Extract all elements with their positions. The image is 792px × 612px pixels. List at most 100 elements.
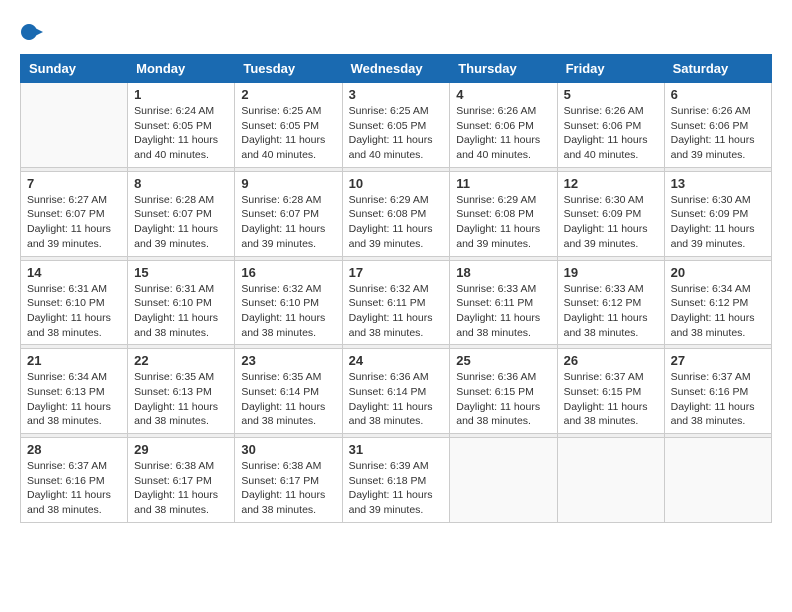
day-info: Sunrise: 6:28 AM Sunset: 6:07 PM Dayligh… <box>241 193 335 252</box>
calendar-week-row: 1 Sunrise: 6:24 AM Sunset: 6:05 PM Daylig… <box>21 83 772 168</box>
day-number: 1 <box>134 87 228 102</box>
day-number: 19 <box>564 265 658 280</box>
calendar-cell <box>21 83 128 168</box>
day-number: 11 <box>456 176 550 191</box>
day-info: Sunrise: 6:28 AM Sunset: 6:07 PM Dayligh… <box>134 193 228 252</box>
day-info: Sunrise: 6:32 AM Sunset: 6:11 PM Dayligh… <box>349 282 444 341</box>
day-number: 31 <box>349 442 444 457</box>
calendar-cell: 8 Sunrise: 6:28 AM Sunset: 6:07 PM Daylig… <box>128 171 235 256</box>
day-info: Sunrise: 6:36 AM Sunset: 6:15 PM Dayligh… <box>456 370 550 429</box>
calendar-cell: 6 Sunrise: 6:26 AM Sunset: 6:06 PM Daylig… <box>664 83 771 168</box>
day-info: Sunrise: 6:37 AM Sunset: 6:16 PM Dayligh… <box>27 459 121 518</box>
day-number: 28 <box>27 442 121 457</box>
calendar-cell: 12Sunrise: 6:30 AM Sunset: 6:09 PM Dayli… <box>557 171 664 256</box>
day-info: Sunrise: 6:27 AM Sunset: 6:07 PM Dayligh… <box>27 193 121 252</box>
calendar-cell: 20 Sunrise: 6:34 AM Sunset: 6:12 PM Dayli… <box>664 260 771 345</box>
day-number: 3 <box>349 87 444 102</box>
calendar-cell: 23 Sunrise: 6:35 AM Sunset: 6:14 PM Dayli… <box>235 349 342 434</box>
calendar: SundayMondayTuesdayWednesdayThursdayFrid… <box>20 54 772 523</box>
day-number: 7 <box>27 176 121 191</box>
calendar-cell: 17Sunrise: 6:32 AM Sunset: 6:11 PM Dayli… <box>342 260 450 345</box>
calendar-cell: 14 Sunrise: 6:31 AM Sunset: 6:10 PM Dayli… <box>21 260 128 345</box>
day-info: Sunrise: 6:35 AM Sunset: 6:14 PM Dayligh… <box>241 370 335 429</box>
logo-icon <box>20 20 44 44</box>
calendar-cell: 29 Sunrise: 6:38 AM Sunset: 6:17 PM Dayli… <box>128 438 235 523</box>
day-info: Sunrise: 6:32 AM Sunset: 6:10 PM Dayligh… <box>241 282 335 341</box>
day-number: 16 <box>241 265 335 280</box>
day-number: 9 <box>241 176 335 191</box>
calendar-cell: 10 Sunrise: 6:29 AM Sunset: 6:08 PM Dayli… <box>342 171 450 256</box>
day-number: 10 <box>349 176 444 191</box>
day-info: Sunrise: 6:38 AM Sunset: 6:17 PM Dayligh… <box>241 459 335 518</box>
calendar-cell: 30Sunrise: 6:38 AM Sunset: 6:17 PM Dayli… <box>235 438 342 523</box>
calendar-cell: 1 Sunrise: 6:24 AM Sunset: 6:05 PM Daylig… <box>128 83 235 168</box>
calendar-cell: 25 Sunrise: 6:36 AM Sunset: 6:15 PM Dayli… <box>450 349 557 434</box>
weekday-header: Saturday <box>664 55 771 83</box>
day-number: 22 <box>134 353 228 368</box>
page-header <box>20 20 772 44</box>
weekday-header: Tuesday <box>235 55 342 83</box>
calendar-cell: 28 Sunrise: 6:37 AM Sunset: 6:16 PM Dayli… <box>21 438 128 523</box>
weekday-header: Wednesday <box>342 55 450 83</box>
day-info: Sunrise: 6:34 AM Sunset: 6:12 PM Dayligh… <box>671 282 765 341</box>
day-number: 21 <box>27 353 121 368</box>
calendar-cell: 24 Sunrise: 6:36 AM Sunset: 6:14 PM Dayli… <box>342 349 450 434</box>
calendar-week-row: 21 Sunrise: 6:34 AM Sunset: 6:13 PM Dayli… <box>21 349 772 434</box>
day-number: 5 <box>564 87 658 102</box>
calendar-cell: 27 Sunrise: 6:37 AM Sunset: 6:16 PM Dayli… <box>664 349 771 434</box>
day-number: 18 <box>456 265 550 280</box>
day-info: Sunrise: 6:37 AM Sunset: 6:16 PM Dayligh… <box>671 370 765 429</box>
day-info: Sunrise: 6:26 AM Sunset: 6:06 PM Dayligh… <box>456 104 550 163</box>
day-number: 27 <box>671 353 765 368</box>
day-info: Sunrise: 6:35 AM Sunset: 6:13 PM Dayligh… <box>134 370 228 429</box>
day-info: Sunrise: 6:33 AM Sunset: 6:11 PM Dayligh… <box>456 282 550 341</box>
calendar-cell: 4Sunrise: 6:26 AM Sunset: 6:06 PM Daylig… <box>450 83 557 168</box>
weekday-header: Sunday <box>21 55 128 83</box>
day-number: 29 <box>134 442 228 457</box>
day-info: Sunrise: 6:37 AM Sunset: 6:15 PM Dayligh… <box>564 370 658 429</box>
day-info: Sunrise: 6:25 AM Sunset: 6:05 PM Dayligh… <box>241 104 335 163</box>
day-info: Sunrise: 6:33 AM Sunset: 6:12 PM Dayligh… <box>564 282 658 341</box>
calendar-cell: 11 Sunrise: 6:29 AM Sunset: 6:08 PM Dayli… <box>450 171 557 256</box>
day-info: Sunrise: 6:30 AM Sunset: 6:09 PM Dayligh… <box>564 193 658 252</box>
day-info: Sunrise: 6:24 AM Sunset: 6:05 PM Dayligh… <box>134 104 228 163</box>
weekday-header: Thursday <box>450 55 557 83</box>
day-info: Sunrise: 6:26 AM Sunset: 6:06 PM Dayligh… <box>671 104 765 163</box>
calendar-cell: 21 Sunrise: 6:34 AM Sunset: 6:13 PM Dayli… <box>21 349 128 434</box>
day-number: 24 <box>349 353 444 368</box>
day-number: 25 <box>456 353 550 368</box>
day-info: Sunrise: 6:36 AM Sunset: 6:14 PM Dayligh… <box>349 370 444 429</box>
day-info: Sunrise: 6:29 AM Sunset: 6:08 PM Dayligh… <box>456 193 550 252</box>
day-info: Sunrise: 6:25 AM Sunset: 6:05 PM Dayligh… <box>349 104 444 163</box>
weekday-header: Friday <box>557 55 664 83</box>
day-number: 23 <box>241 353 335 368</box>
day-info: Sunrise: 6:31 AM Sunset: 6:10 PM Dayligh… <box>27 282 121 341</box>
day-number: 6 <box>671 87 765 102</box>
logo <box>20 20 46 44</box>
day-info: Sunrise: 6:30 AM Sunset: 6:09 PM Dayligh… <box>671 193 765 252</box>
day-info: Sunrise: 6:31 AM Sunset: 6:10 PM Dayligh… <box>134 282 228 341</box>
day-info: Sunrise: 6:29 AM Sunset: 6:08 PM Dayligh… <box>349 193 444 252</box>
calendar-cell <box>450 438 557 523</box>
day-number: 13 <box>671 176 765 191</box>
calendar-week-row: 14 Sunrise: 6:31 AM Sunset: 6:10 PM Dayli… <box>21 260 772 345</box>
calendar-cell: 2 Sunrise: 6:25 AM Sunset: 6:05 PM Daylig… <box>235 83 342 168</box>
calendar-cell <box>557 438 664 523</box>
calendar-cell: 13 Sunrise: 6:30 AM Sunset: 6:09 PM Dayli… <box>664 171 771 256</box>
calendar-cell: 15 Sunrise: 6:31 AM Sunset: 6:10 PM Dayli… <box>128 260 235 345</box>
day-number: 8 <box>134 176 228 191</box>
day-info: Sunrise: 6:26 AM Sunset: 6:06 PM Dayligh… <box>564 104 658 163</box>
calendar-cell: 31Sunrise: 6:39 AM Sunset: 6:18 PM Dayli… <box>342 438 450 523</box>
calendar-cell: 7 Sunrise: 6:27 AM Sunset: 6:07 PM Daylig… <box>21 171 128 256</box>
day-number: 14 <box>27 265 121 280</box>
day-info: Sunrise: 6:34 AM Sunset: 6:13 PM Dayligh… <box>27 370 121 429</box>
day-number: 15 <box>134 265 228 280</box>
calendar-cell: 26Sunrise: 6:37 AM Sunset: 6:15 PM Dayli… <box>557 349 664 434</box>
calendar-cell: 16 Sunrise: 6:32 AM Sunset: 6:10 PM Dayli… <box>235 260 342 345</box>
day-number: 2 <box>241 87 335 102</box>
calendar-cell: 18 Sunrise: 6:33 AM Sunset: 6:11 PM Dayli… <box>450 260 557 345</box>
day-info: Sunrise: 6:38 AM Sunset: 6:17 PM Dayligh… <box>134 459 228 518</box>
calendar-cell: 22 Sunrise: 6:35 AM Sunset: 6:13 PM Dayli… <box>128 349 235 434</box>
calendar-week-row: 28 Sunrise: 6:37 AM Sunset: 6:16 PM Dayli… <box>21 438 772 523</box>
day-number: 20 <box>671 265 765 280</box>
